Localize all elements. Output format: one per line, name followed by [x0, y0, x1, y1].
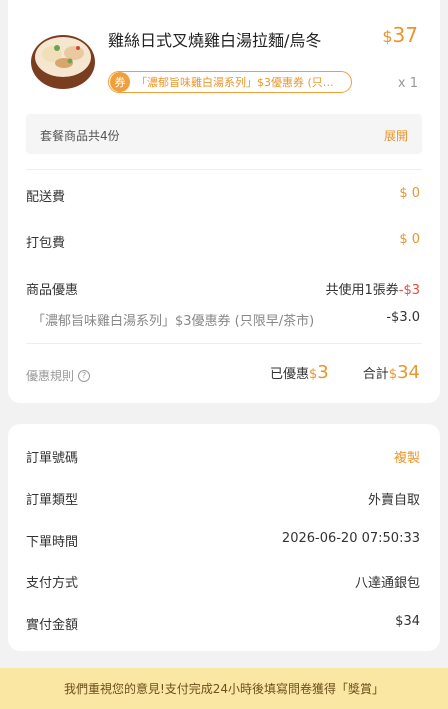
item-title: 雞絲日式叉燒雞白湯拉麵/烏冬	[108, 31, 322, 50]
set-items-count: 套餐商品共4份	[40, 129, 120, 143]
delivery-fee-value: $ 0	[399, 186, 420, 201]
order-total-label: 合計	[362, 367, 389, 382]
order-items-card: 雞絲日式叉燒雞白湯拉麵/烏冬 $37 券 「濃郁旨味雞白湯系列」$3優惠券 (只…	[8, 0, 440, 403]
order-total: 合計$34	[363, 362, 420, 383]
item-price: $37	[382, 23, 418, 47]
coupon-used-amount: -$3	[398, 283, 420, 298]
order-number-label: 訂單號碼	[26, 451, 79, 466]
order-total-currency: $	[388, 367, 398, 382]
price-amount: 37	[392, 23, 418, 47]
payment-method-label: 支付方式	[26, 576, 79, 591]
discount-total-label: 已優惠	[270, 367, 310, 382]
applied-coupon-name: 「濃郁旨味雞白湯系列」$3優惠券 (只限早/茶市)	[32, 314, 315, 329]
order-type-value: 外賣自取	[367, 493, 420, 508]
paid-amount-value: $34	[395, 614, 420, 629]
discount-label: 商品優惠	[26, 283, 79, 298]
delivery-fee-label: 配送費	[26, 190, 66, 205]
paid-amount-label: 實付金額	[26, 618, 79, 633]
food-thumbnail	[31, 35, 95, 89]
payment-method-value: 八達通銀包	[354, 576, 420, 591]
help-icon[interactable]: ?	[78, 369, 91, 382]
survey-banner-text: 我們重視您的意見!支付完成24小時後填寫問卷獲得「獎賞」	[63, 682, 385, 696]
discount-rules-label: 優惠規則	[26, 369, 75, 383]
order-type-label: 訂單類型	[26, 493, 79, 508]
coupon-used-summary: 共使用1張券-$3	[325, 279, 420, 298]
divider	[26, 343, 422, 344]
item-coupon-tag: 券 「濃郁旨味雞白湯系列」$3優惠券 (只…	[108, 71, 352, 93]
set-items-bar: 套餐商品共4份 展開	[26, 114, 422, 154]
copy-button[interactable]: 複製	[394, 447, 420, 466]
coupon-tag-text: 「濃郁旨味雞白湯系列」$3優惠券 (只…	[136, 76, 334, 89]
coupon-icon: 券	[110, 72, 130, 92]
divider	[26, 169, 422, 170]
packing-fee-value: $ 0	[399, 232, 420, 247]
order-total-amount: 34	[397, 362, 420, 383]
survey-banner[interactable]: 我們重視您的意見!支付完成24小時後填寫問卷獲得「獎賞」	[0, 668, 448, 709]
discount-total-amount: 3	[317, 362, 329, 383]
order-time-label: 下單時間	[26, 535, 79, 550]
item-quantity: x 1	[397, 76, 418, 91]
applied-coupon-amount: -$3.0	[386, 310, 420, 325]
expand-button[interactable]: 展開	[384, 127, 408, 144]
order-time-value: 2026-06-20 07:50:33	[281, 531, 420, 546]
order-info-card: 訂單號碼 複製 訂單類型 外賣自取 下單時間 2026-06-20 07:50:…	[8, 424, 440, 651]
price-currency: $	[382, 27, 393, 46]
packing-fee-label: 打包費	[26, 236, 66, 251]
discount-total: 已優惠$3	[270, 362, 329, 383]
coupon-used-text: 共使用1張券	[325, 283, 399, 298]
discount-rules-link[interactable]: 優惠規則 ?	[26, 367, 91, 384]
